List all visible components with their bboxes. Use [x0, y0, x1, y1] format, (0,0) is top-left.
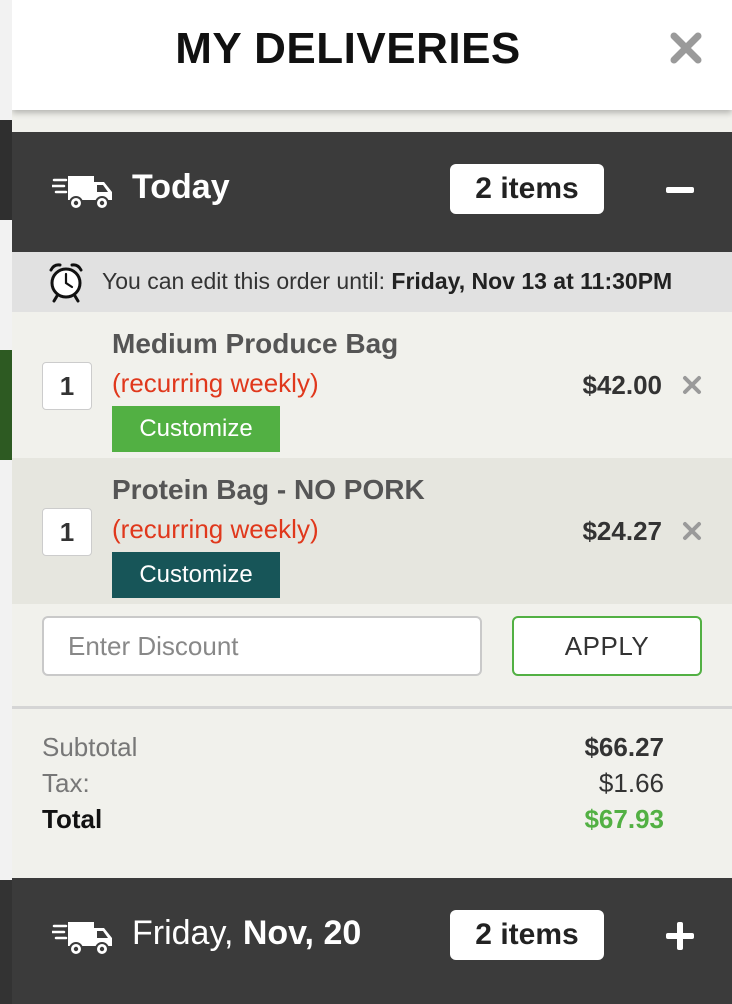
background-block [0, 880, 12, 1004]
customize-button[interactable]: Customize [112, 552, 280, 598]
plus-icon[interactable] [660, 916, 700, 956]
divider [12, 706, 732, 709]
deliveries-panel: MY DELIVERIES Today 2 items You can edit… [12, 0, 732, 1004]
item-name: Protein Bag - NO PORK [112, 474, 425, 505]
delivery-today-header[interactable]: Today 2 items [12, 132, 732, 252]
total-label: Total [42, 804, 103, 834]
order-totals: Subtotal $66.27 Tax: $1.66 Total $67.93 [42, 730, 664, 838]
apply-discount-button[interactable]: APPLY [512, 616, 702, 676]
delivery-date-label: Today [132, 168, 230, 206]
minus-icon[interactable] [660, 170, 700, 210]
quantity-field[interactable]: 1 [42, 508, 92, 556]
tax-label: Tax: [42, 768, 90, 798]
total-value: $67.93 [584, 804, 664, 834]
item-price: $42.00 [582, 370, 662, 400]
panel-header: MY DELIVERIES [12, 0, 732, 110]
tax-row: Tax: $1.66 [42, 766, 664, 802]
item-count-badge: 2 items [450, 164, 604, 214]
total-row: Total $67.93 [42, 802, 664, 838]
item-price: $24.27 [582, 516, 662, 546]
quantity-field[interactable]: 1 [42, 362, 92, 410]
subtotal-row: Subtotal $66.27 [42, 730, 664, 766]
recurring-label: (recurring weekly) [112, 368, 319, 398]
recurring-label: (recurring weekly) [112, 514, 319, 544]
cart-item: 1 Protein Bag - NO PORK (recurring weekl… [12, 458, 732, 604]
background-block [0, 350, 12, 460]
alarm-clock-icon [49, 263, 83, 303]
customize-button[interactable]: Customize [112, 406, 280, 452]
discount-input[interactable] [42, 616, 482, 676]
remove-item-icon[interactable] [682, 521, 702, 541]
subtotal-value: $66.27 [584, 732, 664, 762]
tax-value: $1.66 [598, 768, 664, 798]
subtotal-label: Subtotal [42, 732, 138, 762]
delivery-date-label: Friday, Nov, 20 [132, 914, 362, 952]
delivery-truck-icon [52, 176, 112, 210]
delivery-truck-icon [52, 922, 112, 956]
item-count-badge: 2 items [450, 910, 604, 960]
close-icon[interactable] [666, 28, 706, 68]
background-page-edge [0, 0, 12, 1004]
item-name: Medium Produce Bag [112, 328, 399, 359]
cart-item: 1 Medium Produce Bag (recurring weekly) … [12, 312, 732, 458]
panel-title: MY DELIVERIES [175, 24, 521, 73]
background-block [0, 120, 12, 220]
edit-deadline-text: You can edit this order until: Friday, N… [102, 268, 673, 294]
remove-item-icon[interactable] [682, 375, 702, 395]
edit-deadline-notice: You can edit this order until: Friday, N… [12, 252, 732, 312]
delivery-nov20-header[interactable]: Friday, Nov, 20 2 items [12, 878, 732, 1004]
